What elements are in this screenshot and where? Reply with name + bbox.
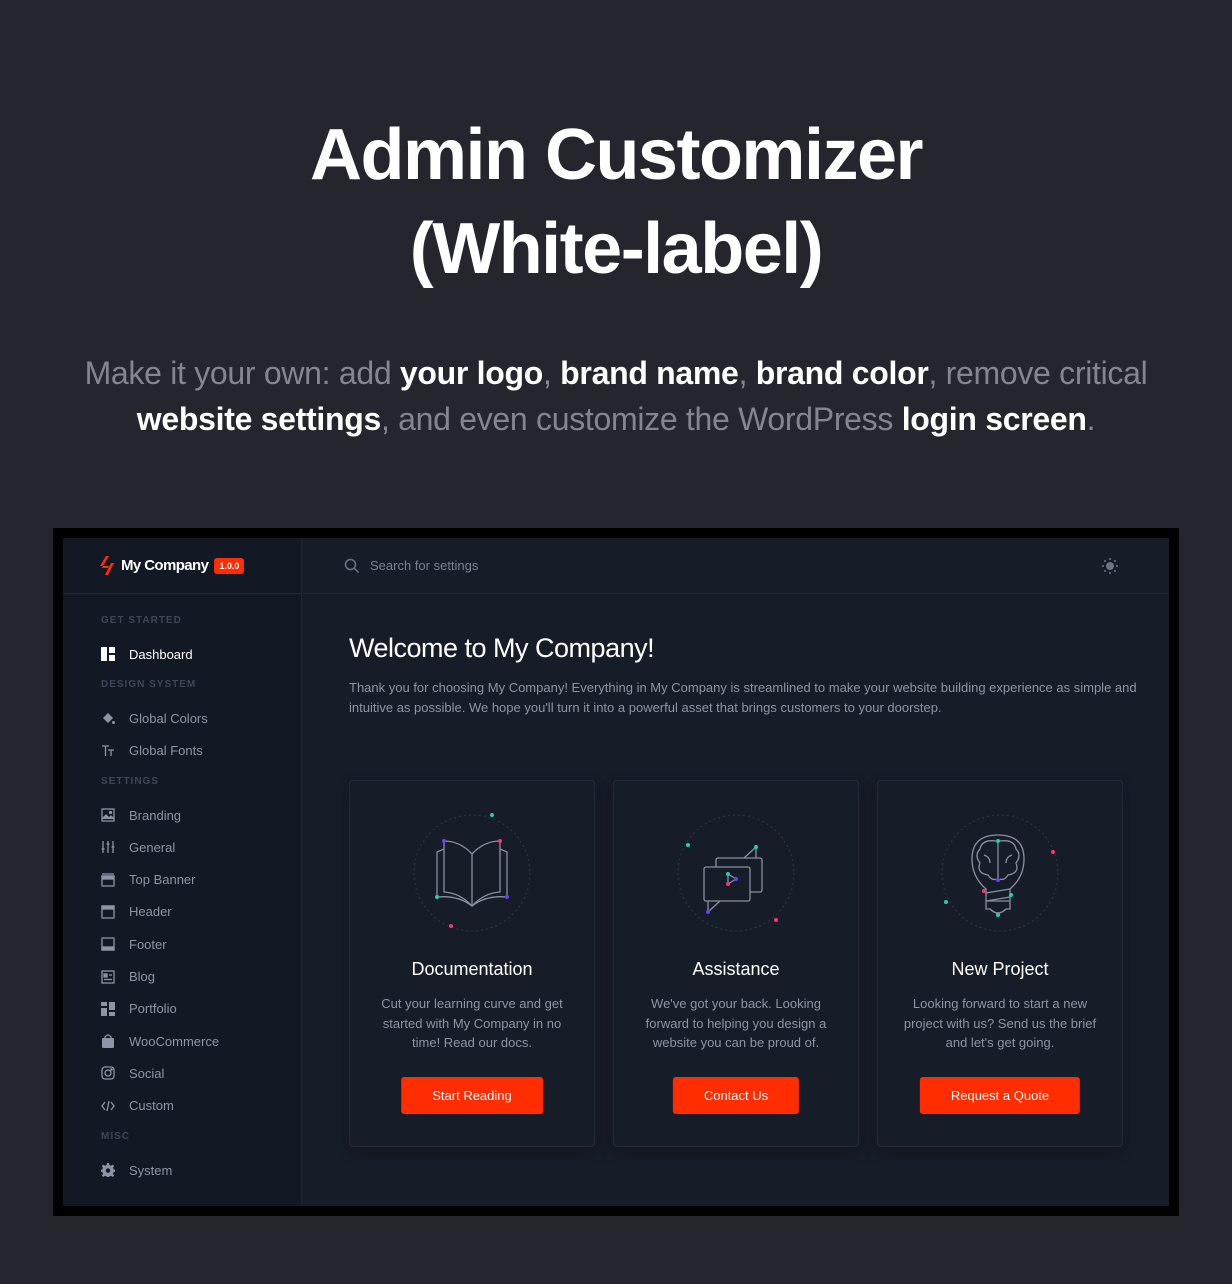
hero-title-line-2: (White-label) (409, 209, 824, 289)
chat-bubbles-icon (677, 814, 795, 932)
subtitle-highlight: login screen (901, 401, 1087, 437)
gear-icon (101, 1163, 115, 1177)
hero-title-line-1: Admin Customizer (309, 115, 924, 195)
sidebar-item-blog[interactable]: Blog (63, 960, 301, 992)
card-documentation: Documentation Cut your learning curve an… (349, 780, 595, 1147)
admin-app: My Company 1.0.0 GET STARTED Dashboard DES… (63, 538, 1169, 1206)
search-icon (344, 558, 360, 573)
sidebar-item-branding[interactable]: Branding (63, 799, 301, 831)
subtitle-highlight: brand name (560, 355, 739, 391)
bolt-slashes-icon (100, 555, 114, 575)
instagram-icon (101, 1066, 115, 1081)
sidebar-item-label: Global Fonts (129, 743, 203, 759)
topbar (303, 538, 1169, 594)
sidebar-item-portfolio[interactable]: Portfolio (63, 993, 301, 1025)
sidebar-item-footer[interactable]: Footer (63, 928, 301, 960)
sidebar-item-system[interactable]: System (63, 1154, 301, 1186)
card-description: Cut your learning curve and get started … (381, 996, 563, 1050)
main-content: Welcome to My Company! Thank you for cho… (303, 595, 1169, 1206)
card-title: Assistance (692, 959, 780, 979)
footer-icon (101, 937, 115, 951)
sidebar-item-label: Top Banner (129, 872, 196, 888)
subtitle-highlight: your logo (399, 355, 543, 391)
text-size-icon (101, 744, 115, 758)
sidebar-item-label: Portfolio (129, 1001, 177, 1017)
sliders-icon (101, 840, 115, 854)
welcome-heading: Welcome to My Company! (349, 633, 655, 663)
welcome-intro: Thank you for choosing My Company! Every… (349, 680, 1137, 715)
sidebar-item-global-colors[interactable]: Global Colors (63, 702, 301, 734)
sidebar-item-global-fonts[interactable]: Global Fonts (63, 735, 301, 767)
shopping-bag-icon (101, 1034, 115, 1049)
lightbulb-brain-icon (941, 814, 1059, 932)
portfolio-icon (101, 1001, 115, 1016)
sidebar-nav: GET STARTED Dashboard DESIGN SYSTEM Global … (63, 594, 301, 1186)
sidebar-item-social[interactable]: Social (63, 1057, 301, 1089)
open-book-icon (413, 813, 531, 932)
start-reading-button[interactable]: Start Reading (401, 1077, 543, 1114)
paint-bucket-icon (101, 711, 115, 725)
sidebar-item-top-banner[interactable]: Top Banner (63, 863, 301, 895)
sidebar-item-label: Custom (129, 1098, 174, 1114)
sidebar-item-label: Social (129, 1065, 165, 1081)
dashboard-icon (101, 647, 115, 662)
cards: Documentation Cut your learning curve an… (349, 780, 1123, 1147)
sidebar-item-header[interactable]: Header (63, 896, 301, 928)
sidebar-item-label: General (129, 839, 176, 855)
subtitle-text: , remove critical (928, 355, 1148, 391)
blog-icon (101, 969, 115, 984)
contact-us-button[interactable]: Contact Us (672, 1077, 800, 1114)
sidebar: My Company 1.0.0 GET STARTED Dashboard DES… (63, 538, 302, 1206)
sidebar-item-label: Global Colors (129, 710, 208, 726)
sidebar-item-label: Branding (129, 807, 182, 823)
hero-title: Admin Customizer (White-label) (0, 108, 1232, 296)
screenshot-frame: My Company 1.0.0 GET STARTED Dashboard DES… (53, 528, 1179, 1216)
brand[interactable]: My Company 1.0.0 (63, 538, 301, 594)
subtitle-text: , (738, 355, 756, 391)
top-banner-icon (101, 872, 115, 887)
request-quote-button[interactable]: Request a Quote (919, 1077, 1081, 1114)
nav-section-title: MISC (101, 1130, 130, 1142)
sidebar-item-label: System (129, 1162, 173, 1178)
version-badge: 1.0.0 (214, 557, 245, 574)
image-icon (101, 808, 115, 822)
sidebar-item-label: Blog (129, 969, 156, 985)
sidebar-item-custom[interactable]: Custom (63, 1090, 301, 1122)
code-icon (101, 1099, 115, 1113)
subtitle-text: , and even customize the WordPress (380, 401, 902, 437)
sidebar-item-label: Header (129, 904, 172, 920)
card-title: Documentation (411, 959, 533, 979)
nav-section-title: DESIGN SYSTEM (101, 679, 197, 691)
card-description: We've got your back. Looking forward to … (645, 996, 827, 1050)
subtitle-text: . (1086, 401, 1096, 437)
sidebar-item-label: Dashboard (129, 646, 193, 662)
search-input[interactable] (370, 558, 970, 573)
subtitle-text: Make it your own: add (84, 355, 400, 391)
sun-icon[interactable] (1101, 557, 1119, 575)
brand-name: My Company (121, 557, 209, 574)
card-description: Looking forward to start a new project w… (903, 996, 1097, 1050)
sidebar-item-general[interactable]: General (63, 831, 301, 863)
sidebar-item-label: Footer (129, 936, 167, 952)
nav-section-title: GET STARTED (101, 615, 182, 626)
subtitle-highlight: website settings (136, 401, 381, 437)
nav-section-title: SETTINGS (101, 775, 160, 787)
subtitle-highlight: brand color (755, 355, 929, 391)
hero-subtitle: Make it your own: add your logo, brand n… (60, 350, 1172, 442)
sidebar-item-dashboard[interactable]: Dashboard (63, 638, 301, 670)
card-new-project: New Project Looking forward to start a n… (877, 780, 1123, 1147)
header-icon (101, 905, 115, 919)
sidebar-item-woocommerce[interactable]: WooCommerce (63, 1025, 301, 1057)
card-title: New Project (951, 959, 1049, 979)
subtitle-text: , (542, 355, 561, 391)
sidebar-item-label: WooCommerce (129, 1033, 220, 1049)
card-assistance: Assistance We've got your back. Looking … (613, 780, 859, 1147)
